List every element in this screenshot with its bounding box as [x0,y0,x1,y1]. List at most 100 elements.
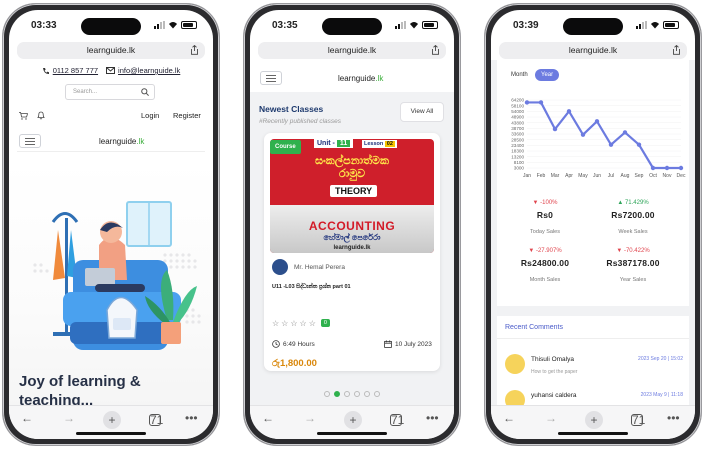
back-icon[interactable]: ← [262,411,274,425]
x-tick-label: May [578,173,588,179]
stat-label: Month Sales [529,277,561,283]
toggle-year[interactable]: Year [535,69,560,81]
y-tick-label: 33600 [511,132,524,137]
data-point[interactable] [678,165,684,171]
toggle-month[interactable]: Month [511,72,528,78]
back-icon[interactable]: ← [21,411,33,425]
site-logo[interactable]: learnguide.lk [99,137,144,146]
logo-tld: .lk [136,137,145,146]
address-bar[interactable]: learnguide.lk [499,42,687,59]
star-icon: ☆ [299,319,307,328]
search-icon[interactable] [141,88,149,96]
data-point[interactable] [580,132,586,137]
data-point[interactable] [524,100,530,105]
view-all-button[interactable]: View All [400,102,444,122]
carousel-dots [250,391,454,397]
course-thumbnail[interactable]: Course Unit - 11 Lesson 02 සංකල්පනාත්මක … [270,139,434,253]
unit-number: 11 [336,140,351,147]
comment-date: 2023 May 9 | 11:18 [640,392,683,398]
data-point[interactable] [608,142,614,147]
y-tick-label: 18300 [511,149,524,154]
carousel-dot[interactable] [364,391,370,397]
back-icon[interactable]: ← [503,411,515,425]
address-bar[interactable]: learnguide.lk [258,42,446,59]
cart-icon[interactable] [19,112,28,120]
new-tab-icon[interactable]: + [344,411,362,429]
course-title[interactable]: U11 -L03 සිද්ධාන්ත ප්‍රශ්න part 01 [272,284,351,291]
stat-change: ▼ -100% [505,200,585,206]
data-point[interactable] [664,165,670,171]
data-point[interactable] [650,165,656,171]
status-time: 03:33 [31,20,57,31]
share-icon[interactable] [190,45,199,55]
site-logo[interactable]: learnguide.lk [338,74,383,83]
section-subtitle: #Recently published classes [259,118,342,125]
carousel-dot[interactable] [354,391,360,397]
carousel-dot[interactable] [324,391,330,397]
carousel-dot[interactable] [344,391,350,397]
x-tick-label: Jun [593,173,601,179]
data-point[interactable] [622,130,628,135]
change-arrow-icon: ▼ [528,248,535,254]
data-point[interactable] [566,109,572,114]
more-icon[interactable]: ••• [426,411,439,425]
battery-icon [422,21,438,29]
address-text: learnguide.lk [86,45,136,55]
stat-change: ▲ 71.429% [593,200,673,206]
more-icon[interactable]: ••• [185,411,198,425]
tabs-icon[interactable]: 71 [631,414,645,426]
more-icon[interactable]: ••• [667,411,680,425]
thumb-lower: ACCOUNTING හේමාල් පෙරේරා learnguide.lk [270,205,434,253]
address-bar[interactable]: learnguide.lk [17,42,205,59]
new-tab-icon[interactable]: + [585,411,603,429]
new-tab-icon[interactable]: + [103,411,121,429]
stat-label: Today Sales [530,229,560,235]
login-link[interactable]: Login [141,111,159,120]
menu-icon[interactable] [19,134,41,148]
data-point[interactable] [636,142,642,147]
home-indicator [558,432,628,435]
share-icon[interactable] [431,45,440,55]
tabs-icon[interactable]: 71 [149,414,163,426]
teacher-name[interactable]: Mr. Hemal Perera [294,264,345,271]
forward-icon[interactable]: → [545,411,557,425]
status-time: 03:39 [513,20,539,31]
thumb-title: සංකල්පනාත්මක රාමුව [270,155,434,181]
x-tick-label: Mar [551,173,560,179]
stat-change-value: 71.429% [624,200,649,206]
thumb-title-line-2: රාමුව [338,168,366,180]
forward-icon[interactable]: → [63,411,75,425]
y-tick-label: 13200 [511,154,524,159]
bell-icon[interactable] [37,111,45,120]
thumb-site: learnguide.lk [333,245,371,251]
carousel-dot[interactable] [334,391,340,397]
share-icon[interactable] [672,45,681,55]
course-card[interactable]: Course Unit - 11 Lesson 02 සංකල්පනාත්මක … [264,133,440,371]
x-tick-label: Dec [677,173,686,179]
phone-link[interactable]: 0112 857 777 [53,66,98,75]
stat-value: Rs7200.00 [611,210,655,220]
carousel-dot[interactable] [374,391,380,397]
email-link[interactable]: info@learnguide.lk [118,66,180,75]
x-tick-label: Jan [523,173,531,179]
data-point[interactable] [538,100,544,105]
star-icon: ☆ [281,319,289,328]
x-tick-label: Jul [608,173,614,179]
phone-dashboard: 03:39 learnguide.lk Month Year 64200 5810… [484,3,702,446]
nav-bar: learnguide.lk [250,66,454,92]
address-text: learnguide.lk [568,45,618,55]
data-point[interactable] [552,126,558,132]
stat-change-value: -27.907% [535,248,562,254]
data-point[interactable] [594,119,600,124]
dynamic-island [81,18,141,35]
forward-icon[interactable]: → [304,411,316,425]
register-link[interactable]: Register [173,111,201,120]
search-input[interactable]: Search... [65,84,155,100]
tabs-icon[interactable]: 71 [390,414,404,426]
comments-title: Recent Comments [505,324,563,331]
dashboard: Month Year 64200 58100 54000 48900 43800 3870… [491,60,695,410]
lesson-label: Lesson [364,141,384,147]
comment-item[interactable]: Thisuli Omalya 2023 Sep 20 | 15:02 How t… [497,354,689,382]
newest-classes-section: Newest Classes #Recently published class… [250,92,454,405]
menu-icon[interactable] [260,71,282,85]
